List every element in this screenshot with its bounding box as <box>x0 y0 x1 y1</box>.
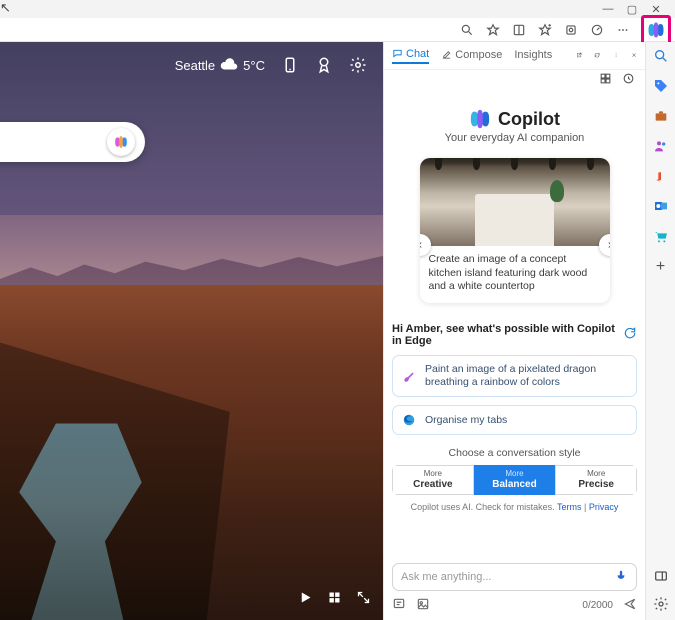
sidebar-office-icon[interactable] <box>653 168 669 184</box>
expand-icon[interactable] <box>356 590 371 610</box>
disclaimer-text: Copilot uses AI. Check for mistakes. Ter… <box>411 502 619 512</box>
sidebar-settings-icon[interactable] <box>653 596 669 612</box>
sidebar-briefcase-icon[interactable] <box>653 108 669 124</box>
tab-compose-label: Compose <box>455 49 502 61</box>
copilot-logo-icon <box>469 108 491 130</box>
style-label: Choose a conversation style <box>449 447 581 459</box>
add-image-icon[interactable] <box>416 597 430 614</box>
minimize-button[interactable]: — <box>601 2 615 16</box>
panel-sub-toolbar <box>384 70 645 92</box>
privacy-link[interactable]: Privacy <box>589 502 619 512</box>
new-tab-page: Seattle 5°C <box>0 42 383 620</box>
terms-link[interactable]: Terms <box>557 502 582 512</box>
weather-widget[interactable]: Seattle 5°C <box>175 56 265 74</box>
suggestion-tabs-label: Organise my tabs <box>425 414 507 427</box>
greeting-text: Hi Amber, see what's possible with Copil… <box>392 323 623 347</box>
extensions-icon[interactable] <box>561 20 581 40</box>
close-button[interactable]: ✕ <box>649 2 663 16</box>
edge-icon <box>402 413 417 427</box>
ntp-top-bar: Seattle 5°C <box>0 56 383 74</box>
edge-sidebar: + <box>645 42 675 620</box>
style-creative-button[interactable]: MoreCreative <box>392 465 474 495</box>
refresh-panel-icon[interactable] <box>594 49 600 63</box>
copilot-toolbar-highlight <box>641 15 671 45</box>
close-panel-icon[interactable] <box>631 49 637 63</box>
suggestion-card[interactable]: Create an image of a concept kitchen isl… <box>420 158 610 303</box>
tab-compose[interactable]: Compose <box>441 49 502 63</box>
cloud-icon <box>220 56 238 74</box>
copilot-brand: Copilot <box>469 108 560 130</box>
style-balanced-button[interactable]: MoreBalanced <box>474 465 556 495</box>
more-icon[interactable] <box>613 20 633 40</box>
open-new-icon[interactable] <box>576 49 582 63</box>
panel-body: Copilot Your everyday AI companion Creat… <box>384 92 645 620</box>
sidebar-add-button[interactable]: + <box>656 258 665 276</box>
favorite-icon[interactable] <box>483 20 503 40</box>
history-icon[interactable] <box>622 72 635 90</box>
favorites-add-icon[interactable] <box>535 20 555 40</box>
window-titlebar: — ▢ ✕ <box>0 0 675 18</box>
copilot-panel: Chat Compose Insights Copilot You <box>383 42 645 620</box>
card-prompt-text: Create an image of a concept kitchen isl… <box>420 246 610 303</box>
zoom-icon[interactable] <box>457 20 477 40</box>
weather-city: Seattle <box>175 58 215 73</box>
sidebar-toggle-icon[interactable] <box>653 568 669 584</box>
send-icon[interactable] <box>623 597 637 614</box>
char-counter: 0/2000 <box>582 600 613 611</box>
main-area: Seattle 5°C Chat <box>0 42 675 620</box>
switch-bg-icon[interactable] <box>327 590 342 610</box>
settings-icon[interactable] <box>349 56 367 74</box>
weather-temp: 5°C <box>243 58 265 73</box>
brand-subtitle: Your everyday AI companion <box>445 132 585 144</box>
phone-icon[interactable] <box>281 56 299 74</box>
copilot-search-icon[interactable] <box>107 128 135 156</box>
sidebar-tag-icon[interactable] <box>653 78 669 94</box>
paint-icon <box>402 369 417 383</box>
more-panel-icon[interactable] <box>613 49 619 63</box>
browser-toolbar <box>0 18 675 42</box>
mic-icon[interactable] <box>614 569 628 586</box>
play-icon[interactable] <box>298 590 313 610</box>
input-area: Ask me anything... 0/2000 <box>392 563 637 614</box>
suggestion-tabs[interactable]: Organise my tabs <box>392 405 637 435</box>
ask-placeholder: Ask me anything... <box>401 571 492 583</box>
tab-insights[interactable]: Insights <box>514 49 552 63</box>
sidebar-search-icon[interactable] <box>653 48 669 64</box>
sidebar-people-icon[interactable] <box>653 138 669 154</box>
rewards-icon[interactable] <box>315 56 333 74</box>
collections-icon[interactable] <box>509 20 529 40</box>
refresh-suggestions-icon[interactable] <box>623 326 637 343</box>
suggestion-paint[interactable]: Paint an image of a pixelated dragon bre… <box>392 355 637 397</box>
style-precise-button[interactable]: MorePrecise <box>555 465 637 495</box>
grid-icon[interactable] <box>599 72 612 90</box>
search-box[interactable] <box>0 122 145 162</box>
sidebar-outlook-icon[interactable] <box>653 198 669 214</box>
tab-chat-label: Chat <box>406 48 429 60</box>
suggestion-paint-label: Paint an image of a pixelated dragon bre… <box>425 363 627 389</box>
greeting-row: Hi Amber, see what's possible with Copil… <box>392 323 637 347</box>
card-image <box>420 158 610 246</box>
copilot-toolbar-button[interactable] <box>645 19 667 41</box>
cursor-icon: ↖ <box>0 0 11 16</box>
style-selector: MoreCreative MoreBalanced MorePrecise <box>392 465 637 495</box>
brand-title: Copilot <box>498 109 560 130</box>
tab-insights-label: Insights <box>514 49 552 61</box>
performance-icon[interactable] <box>587 20 607 40</box>
panel-tabs: Chat Compose Insights <box>384 42 645 70</box>
tab-chat[interactable]: Chat <box>392 48 429 64</box>
maximize-button[interactable]: ▢ <box>625 2 639 16</box>
media-controls <box>298 590 371 610</box>
sidebar-shopping-icon[interactable] <box>653 228 669 244</box>
new-topic-icon[interactable] <box>392 597 406 614</box>
ask-input[interactable]: Ask me anything... <box>392 563 637 591</box>
